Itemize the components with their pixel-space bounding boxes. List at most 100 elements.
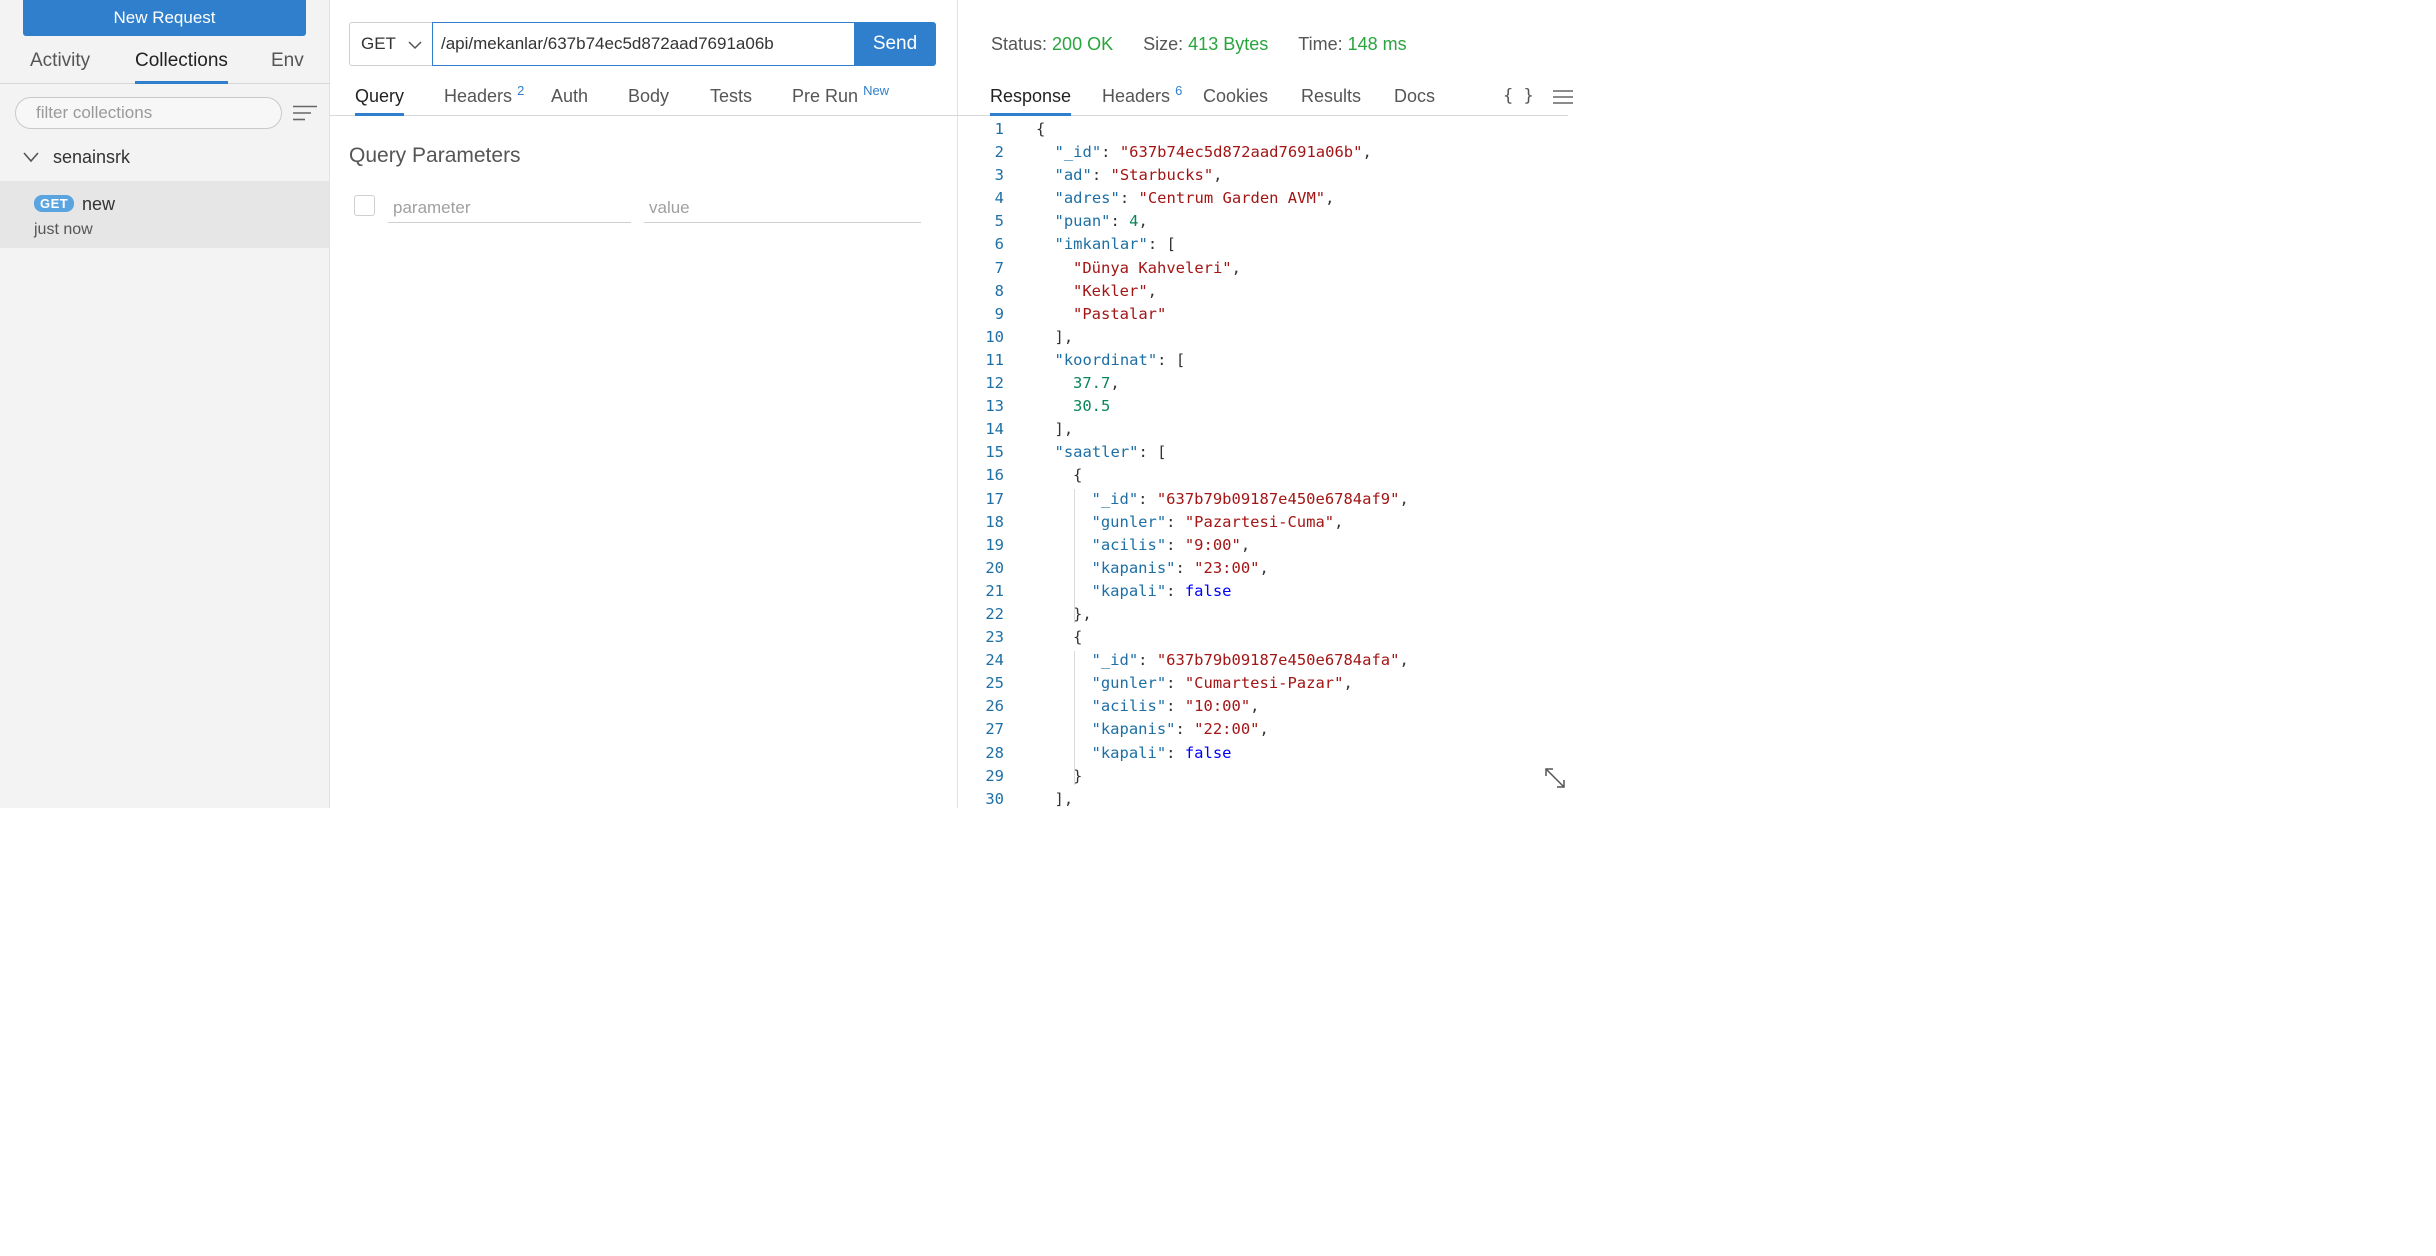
tab-body[interactable]: Body: [628, 86, 669, 116]
response-body: 1{2 "_id": "637b74ec5d872aad7691a06b", 3 "a…: [958, 118, 1568, 808]
line-content: {: [1073, 464, 1082, 487]
line-number: 14: [985, 420, 1004, 439]
json-token: "acilis": [1091, 535, 1167, 554]
line-content: 37.7,: [1073, 372, 1120, 395]
line-content: "_id": "637b79b09187e450e6784afa",: [1092, 649, 1409, 672]
code-line: 24 "_id": "637b79b09187e450e6784afa",: [958, 649, 1568, 672]
tab-tests[interactable]: Tests: [710, 86, 752, 116]
value-input[interactable]: [644, 193, 921, 223]
response-tabs: Response Headers 6 Cookies Results Docs …: [958, 80, 1573, 116]
json-token: "Kekler": [1073, 281, 1148, 300]
menu-icon[interactable]: [1553, 90, 1573, 104]
code-line: 11 "koordinat": [: [958, 349, 1568, 372]
method-value: GET: [361, 34, 396, 53]
json-token: :: [1166, 697, 1185, 716]
json-token: false: [1184, 581, 1232, 600]
tab-response-headers[interactable]: Headers 6: [1102, 83, 1183, 116]
json-token: "kapanis": [1091, 558, 1176, 577]
tab-activity[interactable]: Activity: [30, 50, 90, 84]
line-number: 30: [985, 789, 1004, 808]
json-token: "637b74ec5d872aad7691a06b": [1119, 143, 1363, 162]
json-token: ,: [1240, 535, 1251, 554]
line-content: "puan": 4,: [1055, 210, 1148, 233]
request-panel: GET Send Query Headers 2 Auth Body Tests…: [330, 0, 958, 808]
json-token: ,: [1259, 558, 1269, 577]
status-label: Status:: [991, 34, 1048, 54]
json-token: "kapali": [1091, 743, 1167, 762]
json-token: ,: [1343, 674, 1353, 693]
line-content: "_id": "637b79b09187e450e6784af9",: [1092, 488, 1409, 511]
json-token: ,: [1399, 489, 1409, 508]
tab-label: Cookies: [1203, 86, 1269, 106]
time-value: 148 ms: [1347, 34, 1407, 54]
sort-menu-icon[interactable]: [293, 105, 317, 121]
parameter-input[interactable]: [388, 193, 631, 223]
line-number: 4: [994, 189, 1004, 208]
code-line: 3 "ad": "Starbucks",: [958, 164, 1568, 187]
tab-pre-run[interactable]: Pre Run New: [792, 83, 890, 116]
json-token: :: [1166, 743, 1185, 762]
json-token: : [: [1138, 443, 1167, 462]
section-title: Query Parameters: [349, 144, 521, 167]
code-line: 12 37.7,: [958, 372, 1568, 395]
json-token: "_id": [1091, 489, 1139, 508]
json-token: "Centrum Garden AVM": [1138, 189, 1326, 208]
line-content: "kapanis": "23:00",: [1092, 557, 1269, 580]
line-content: "saatler": [: [1055, 441, 1167, 464]
line-number: 27: [985, 720, 1004, 739]
line-number: 3: [994, 166, 1004, 185]
new-badge: New: [863, 83, 890, 98]
line-number: 17: [985, 489, 1004, 508]
tab-label: Query: [355, 86, 405, 106]
json-token: "637b79b09187e450e6784af9": [1156, 489, 1400, 508]
chevron-down-icon: [408, 41, 422, 50]
status-bar: Status: 200 OK Size: 413 Bytes Time: 148…: [991, 34, 1407, 56]
param-checkbox[interactable]: [354, 195, 375, 216]
json-token: "Starbucks": [1110, 166, 1214, 185]
code-line: 17 "_id": "637b79b09187e450e6784af9",: [958, 488, 1568, 511]
code-line: 18 "gunler": "Pazartesi-Cuma",: [958, 511, 1568, 534]
indent-guide: [1074, 651, 1075, 785]
new-request-button[interactable]: New Request: [23, 0, 306, 36]
request-tabs: Query Headers 2 Auth Body Tests Pre Run …: [330, 80, 958, 116]
send-button[interactable]: Send: [854, 22, 936, 66]
method-select[interactable]: GET: [349, 22, 433, 66]
headers-count: 6: [1175, 83, 1183, 98]
sidebar-tabs: Activity Collections Env: [0, 44, 330, 84]
tab-response[interactable]: Response: [990, 86, 1072, 116]
tab-headers[interactable]: Headers 2: [444, 83, 524, 116]
line-content: "gunler": "Pazartesi-Cuma",: [1092, 511, 1344, 534]
tab-docs[interactable]: Docs: [1394, 86, 1435, 116]
tab-query[interactable]: Query: [355, 86, 405, 116]
collection-folder[interactable]: senainsrk: [0, 140, 330, 176]
code-line: 27 "kapanis": "22:00",: [958, 718, 1568, 741]
line-content: "Dünya Kahveleri",: [1073, 257, 1241, 280]
line-number: 10: [985, 327, 1004, 346]
json-token: ,: [1147, 281, 1157, 300]
url-input[interactable]: [432, 22, 855, 66]
tab-label: Pre Run: [792, 86, 859, 106]
line-content: ],: [1055, 326, 1074, 349]
json-token: },: [1073, 604, 1092, 623]
json-token: {: [1036, 120, 1046, 138]
json-token: "puan": [1054, 212, 1111, 231]
resize-icon[interactable]: [1543, 766, 1567, 790]
json-token: : [: [1147, 235, 1176, 254]
tab-results[interactable]: Results: [1301, 86, 1361, 116]
request-timestamp: just now: [34, 221, 93, 238]
code-line: 20 "kapanis": "23:00",: [958, 557, 1568, 580]
tab-collections[interactable]: Collections: [135, 50, 228, 84]
request-item[interactable]: GET new just now: [0, 181, 329, 248]
line-content: "acilis": "10:00",: [1092, 695, 1260, 718]
tab-label: Tests: [710, 86, 753, 106]
tab-cookies[interactable]: Cookies: [1203, 86, 1268, 116]
filter-collections-input[interactable]: [15, 97, 282, 129]
line-number: 21: [985, 581, 1004, 600]
code-line: 29}: [958, 765, 1568, 788]
tab-label: Headers: [1102, 86, 1171, 106]
format-json-icon[interactable]: { }: [1503, 86, 1534, 106]
tab-env[interactable]: Env: [271, 50, 304, 84]
json-token: {: [1073, 628, 1083, 647]
size-value: 413 Bytes: [1188, 34, 1269, 54]
tab-auth[interactable]: Auth: [551, 86, 588, 116]
